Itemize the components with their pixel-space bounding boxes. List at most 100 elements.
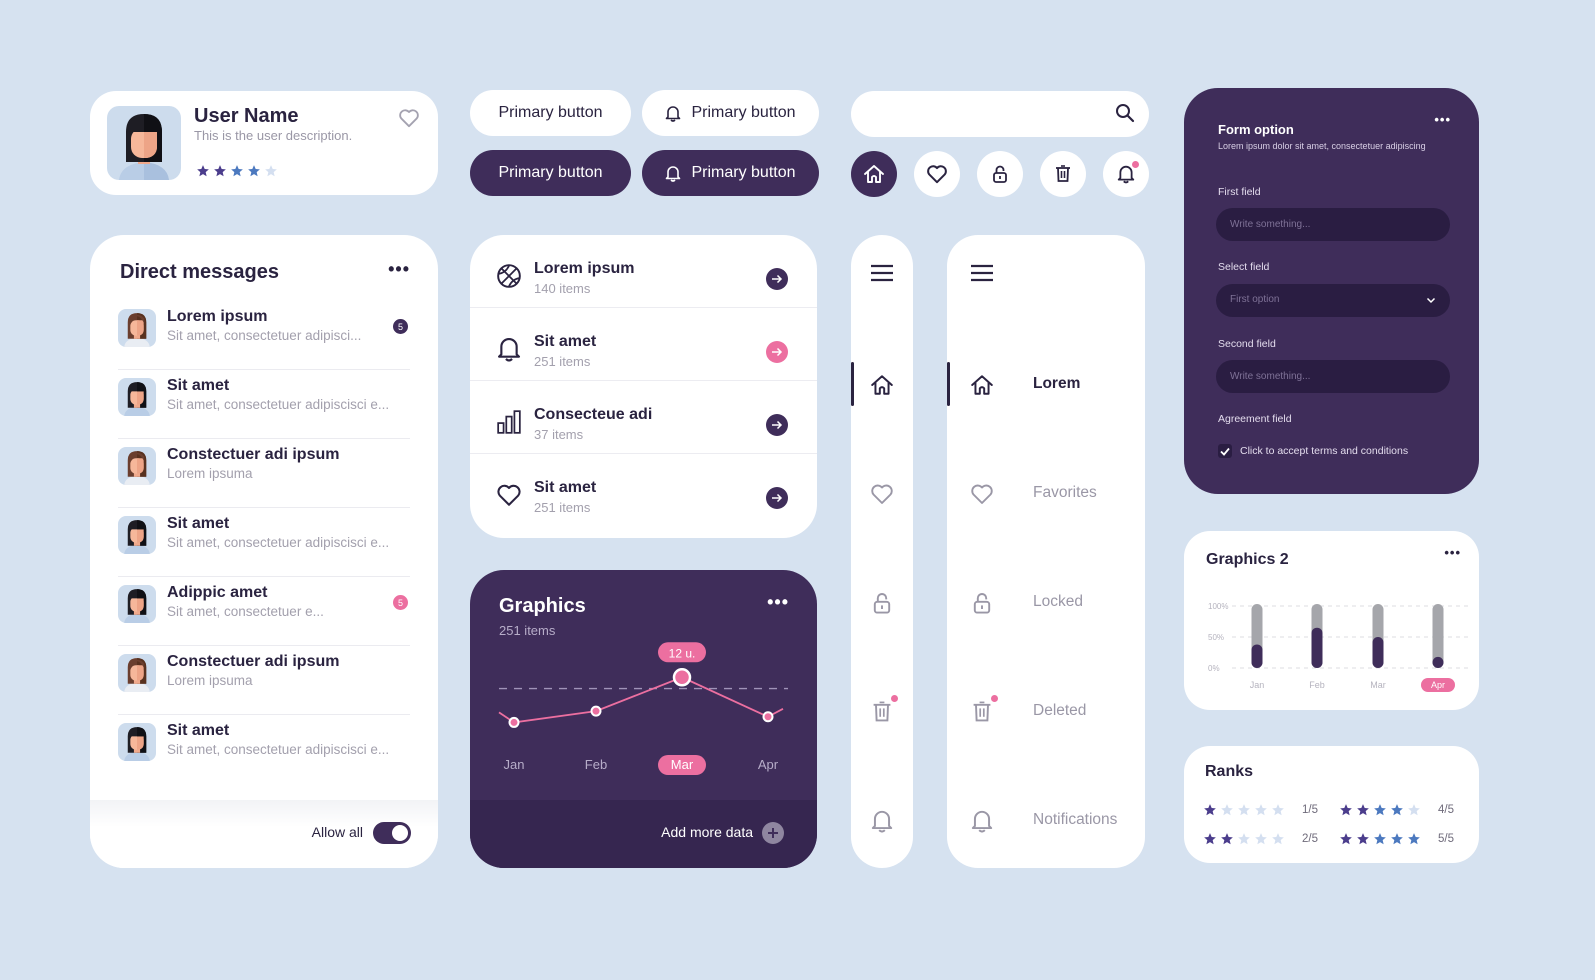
category-list-item[interactable]: Sit amet 251 items	[470, 308, 817, 381]
bell-icon	[970, 809, 994, 833]
arrow-right-button[interactable]	[766, 341, 788, 363]
contact-avatar	[118, 585, 156, 623]
first-field-label: First field	[1218, 186, 1261, 198]
nav-item-deleted[interactable]	[851, 689, 913, 735]
category-name: Lorem ipsum	[534, 260, 635, 277]
menu-icon[interactable]	[870, 261, 894, 285]
category-name: Consecteue adi	[534, 406, 653, 423]
category-list-item[interactable]: Lorem ipsum 140 items	[470, 235, 817, 308]
bar-value	[1311, 627, 1323, 668]
y-tick-label: 50%	[1208, 633, 1224, 642]
home-icon-button[interactable]	[851, 151, 897, 197]
star-empty-icon	[1271, 803, 1285, 817]
add-more-data-label: Add more data	[661, 824, 753, 840]
rank-value: 4/5	[1438, 804, 1454, 816]
message-list-item[interactable]: Sit amet Sit amet, consectetuer adipisci…	[118, 715, 410, 784]
bar-value	[1251, 644, 1263, 668]
add-data-button[interactable]	[762, 822, 784, 844]
nav-item-lorem[interactable]: Lorem	[947, 362, 1145, 408]
message-list-item[interactable]: Constectuer adi ipsum Lorem ipsuma	[118, 439, 410, 508]
nav-item-notifications[interactable]: Notifications	[947, 798, 1145, 844]
contact-avatar	[118, 654, 156, 692]
rank-row: 5/5	[1339, 832, 1454, 846]
primary-button-light[interactable]: Primary button	[470, 90, 631, 136]
x-tick-label: Apr	[1431, 680, 1445, 690]
star-filled-icon	[1390, 832, 1404, 846]
rank-row: 1/5	[1203, 803, 1318, 817]
star-filled-icon	[1220, 832, 1234, 846]
basketball-icon	[496, 263, 522, 289]
nav-item-label: Locked	[1033, 593, 1083, 610]
bell-icon-button[interactable]	[1103, 151, 1149, 197]
message-list-item[interactable]: Constectuer adi ipsum Lorem ipsuma	[118, 646, 410, 715]
search-icon[interactable]	[1115, 103, 1135, 123]
user-profile-card: User Name This is the user description.	[90, 91, 438, 195]
more-options-icon[interactable]: •••	[1434, 112, 1451, 127]
user-avatar	[107, 106, 181, 180]
nav-item-deleted[interactable]: Deleted	[947, 689, 1145, 735]
menu-icon[interactable]	[970, 261, 994, 285]
trash-icon-button[interactable]	[1040, 151, 1086, 197]
checkbox[interactable]	[1218, 444, 1232, 458]
x-tick-label: Jan	[1250, 680, 1265, 690]
trash-icon	[1054, 164, 1072, 184]
message-preview: Sit amet, consectetuer adipiscisci e...	[167, 397, 390, 412]
rank-row: 2/5	[1203, 832, 1318, 846]
select-field-dropdown[interactable]: First option	[1216, 284, 1450, 317]
contact-avatar	[118, 378, 156, 416]
message-list-item[interactable]: Sit amet Sit amet, consectetuer adipisci…	[118, 508, 410, 577]
primary-button-dark-with-icon[interactable]: Primary button	[642, 150, 819, 196]
nav-item-locked[interactable]	[851, 580, 913, 626]
category-list-item[interactable]: Sit amet 251 items	[470, 454, 817, 527]
contact-avatar	[118, 516, 156, 554]
message-list-item[interactable]: Adippic amet Sit amet, consectetuer e...…	[118, 577, 410, 646]
selected-option: First option	[1230, 294, 1280, 305]
nav-item-lorem[interactable]	[851, 362, 913, 408]
nav-item-locked[interactable]: Locked	[947, 580, 1145, 626]
unread-badge: 5	[393, 595, 408, 610]
contact-name: Sit amet	[167, 722, 230, 739]
bar-chart-icon	[496, 409, 522, 435]
star-filled-icon	[1407, 832, 1421, 846]
star-empty-icon	[1237, 832, 1251, 846]
ranks-card: Ranks 1/5 4/5 2/5 5/5	[1184, 746, 1479, 863]
nav-item-notifications[interactable]	[851, 798, 913, 844]
star-empty-icon	[264, 164, 278, 178]
heart-icon-button[interactable]	[914, 151, 960, 197]
primary-button-light-icon-label: Primary button	[691, 104, 796, 121]
primary-button-dark[interactable]: Primary button	[470, 150, 631, 196]
contact-name: Sit amet	[167, 377, 230, 394]
contact-avatar	[118, 447, 156, 485]
message-list-item[interactable]: Lorem ipsum Sit amet, consectetuer adipi…	[118, 301, 410, 370]
category-list-item[interactable]: Consecteue adi 37 items	[470, 381, 817, 454]
heart-outline-icon[interactable]	[398, 108, 420, 128]
arrow-right-button[interactable]	[766, 487, 788, 509]
allow-all-toggle[interactable]	[373, 822, 411, 844]
form-title: Form option	[1218, 122, 1294, 137]
nav-item-favorites[interactable]	[851, 471, 913, 517]
arrow-right-button[interactable]	[766, 414, 788, 436]
category-count: 140 items	[534, 281, 591, 296]
second-field-label: Second field	[1218, 338, 1276, 350]
message-preview: Sit amet, consectetuer e...	[167, 604, 324, 619]
message-preview: Lorem ipsuma	[167, 673, 253, 688]
search-bar	[851, 91, 1149, 137]
more-options-icon[interactable]: •••	[388, 259, 410, 280]
lock-icon-button[interactable]	[977, 151, 1023, 197]
chevron-down-icon	[1426, 295, 1436, 305]
star-filled-icon	[1373, 832, 1387, 846]
first-field-input[interactable]	[1216, 208, 1450, 241]
second-field-input[interactable]	[1216, 360, 1450, 393]
chart-footer: Add more data	[470, 800, 817, 868]
message-list-item[interactable]: Sit amet Sit amet, consectetuer adipisci…	[118, 370, 410, 439]
unread-badge: 5	[393, 319, 408, 334]
value-tooltip-label: 12 u.	[669, 646, 696, 660]
arrow-right-button[interactable]	[766, 268, 788, 290]
search-input[interactable]	[873, 91, 1113, 137]
x-tick-label: Jan	[504, 757, 525, 772]
primary-button-light-with-icon[interactable]: Primary button	[642, 90, 819, 136]
terms-checkbox[interactable]: Click to accept terms and conditions	[1218, 444, 1408, 458]
active-indicator	[947, 362, 950, 406]
nav-item-favorites[interactable]: Favorites	[947, 471, 1145, 517]
bell-icon	[870, 809, 894, 833]
